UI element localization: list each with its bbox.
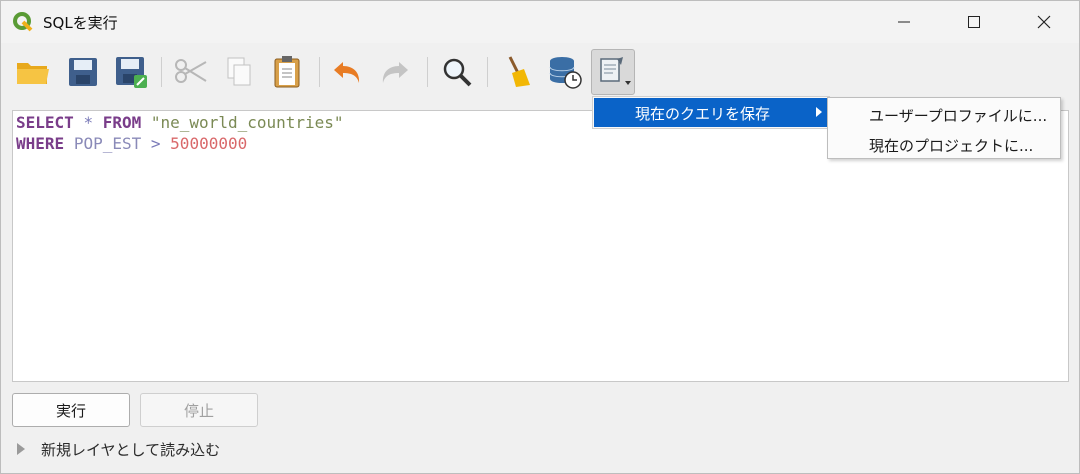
sql-code: SELECT * FROM "ne_world_countries" WHERE…	[16, 112, 344, 154]
undo-icon[interactable]	[325, 49, 369, 95]
sql-window: SQLを実行 SELECT * FROM "ne_world_countries…	[0, 0, 1080, 474]
save-icon[interactable]	[61, 49, 105, 95]
run-button[interactable]: 実行	[12, 393, 130, 427]
load-as-layer-label: 新規レイヤとして読み込む	[41, 440, 221, 459]
menu-item-current-project[interactable]: 現在のプロジェクトに...	[869, 135, 1033, 156]
cut-icon[interactable]	[169, 49, 213, 95]
window-title: SQLを実行	[43, 14, 118, 32]
stored-queries-icon[interactable]	[591, 49, 635, 95]
find-icon[interactable]	[435, 49, 479, 95]
expand-arrow-icon	[17, 443, 25, 455]
close-button[interactable]	[1021, 1, 1067, 43]
paste-icon[interactable]	[265, 49, 309, 95]
keyword-where: WHERE	[16, 134, 65, 153]
operator-gt: >	[150, 134, 161, 153]
maximize-button[interactable]	[951, 1, 997, 43]
save-query-submenu: ユーザープロファイルに... 現在のプロジェクトに...	[827, 97, 1061, 159]
qgis-logo-icon	[13, 12, 33, 32]
keyword-from: FROM	[102, 113, 142, 132]
number-value: 50000000	[170, 134, 248, 153]
submenu-arrow-icon	[816, 107, 822, 117]
minimize-button[interactable]	[881, 1, 927, 43]
keyword-select: SELECT	[16, 113, 74, 132]
menu-item-save-current-query[interactable]: 現在のクエリを保存	[594, 98, 828, 127]
load-as-layer-expander[interactable]: 新規レイヤとして読み込む	[17, 438, 220, 460]
save-as-icon[interactable]	[109, 49, 153, 95]
redo-icon[interactable]	[373, 49, 417, 95]
field-name: POP_EST	[73, 134, 142, 153]
query-history-icon[interactable]	[543, 49, 587, 95]
open-file-icon[interactable]	[11, 49, 55, 95]
clear-broom-icon[interactable]	[495, 49, 539, 95]
title-bar: SQLを実行	[1, 1, 1079, 43]
stop-button[interactable]: 停止	[140, 393, 258, 427]
copy-icon[interactable]	[217, 49, 261, 95]
menu-item-user-profile[interactable]: ユーザープロファイルに...	[869, 105, 1047, 126]
stored-queries-menu: 現在のクエリを保存	[592, 96, 830, 129]
table-name: "ne_world_countries"	[150, 113, 344, 132]
operator-star: *	[83, 113, 94, 132]
toolbar	[9, 49, 669, 97]
menu-item-label: 現在のクエリを保存	[635, 105, 771, 123]
